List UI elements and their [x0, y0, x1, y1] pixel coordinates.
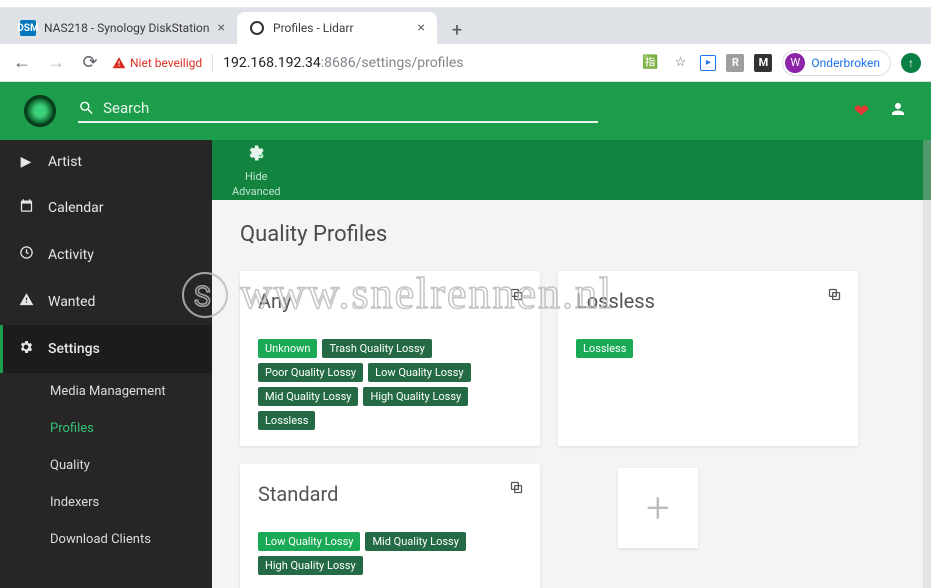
tag-list: Lossless: [576, 339, 840, 358]
user-icon[interactable]: [889, 100, 907, 123]
toolbar-label: Advanced: [232, 185, 280, 198]
tag-list: Low Quality Lossy Mid Quality LossyHigh Q…: [258, 532, 522, 575]
hide-advanced-button[interactable]: Hide Advanced: [232, 143, 280, 198]
browser-tab-strip: DSM NAS218 - Synology DiskStation × Prof…: [0, 8, 931, 44]
search-field[interactable]: [78, 99, 598, 123]
sidebar-sub-profiles[interactable]: Profiles: [0, 410, 212, 447]
security-label: Niet beveiligd: [130, 56, 202, 70]
quality-tag: High Quality Lossy: [363, 387, 468, 406]
lidarr-favicon-icon: [249, 20, 265, 36]
address-bar: ← → ⟳ Niet beveiligd 192.168.192.34:8686…: [0, 44, 931, 82]
extension-m-icon[interactable]: M: [754, 54, 772, 72]
search-input[interactable]: [103, 99, 598, 117]
sidebar-sub-indexers[interactable]: Indexers: [0, 484, 212, 521]
sidebar-item-settings[interactable]: Settings: [0, 325, 212, 373]
window-titlebar: [0, 0, 931, 8]
sidebar-sub-quality[interactable]: Quality: [0, 447, 212, 484]
url-display[interactable]: 192.168.192.34:8686/settings/profiles: [223, 55, 463, 71]
sidebar-item-calendar[interactable]: Calendar: [0, 184, 212, 231]
gear-icon: [18, 339, 34, 359]
back-button[interactable]: ←: [10, 51, 34, 75]
tab-title: Profiles - Lidarr: [273, 21, 354, 35]
card-title: Lossless: [576, 289, 840, 313]
plus-icon: +: [646, 484, 670, 533]
dsm-favicon-icon: DSM: [20, 20, 36, 36]
sidebar-item-label: Artist: [48, 154, 82, 170]
sidebar-item-label: Settings: [48, 341, 100, 357]
tab-close-icon[interactable]: ×: [218, 20, 225, 36]
sidebar-item-activity[interactable]: Activity: [0, 231, 212, 278]
quality-tag: Mid Quality Lossy: [258, 387, 358, 406]
warning-icon: [18, 292, 34, 311]
browser-tab[interactable]: DSM NAS218 - Synology DiskStation ×: [8, 12, 237, 44]
reload-button[interactable]: ⟳: [78, 51, 102, 75]
quality-tag: Unknown: [258, 339, 317, 358]
toolbar-label: Hide: [245, 170, 268, 183]
url-port: :8686: [321, 55, 356, 71]
heart-icon[interactable]: ❤: [854, 101, 869, 122]
quality-tag: Lossless: [258, 411, 315, 430]
url-path: /settings/profiles: [356, 55, 464, 71]
quality-tag: Mid Quality Lossy: [365, 532, 465, 551]
lidarr-logo-icon[interactable]: [24, 95, 56, 127]
sidebar: ▶ Artist Calendar Activity Wanted Sett: [0, 140, 212, 588]
content-area: Hide Advanced Quality Profiles Any Unknow…: [212, 140, 931, 588]
sidebar-sub-media-management[interactable]: Media Management: [0, 373, 212, 410]
toolbar-right: 🈯 ☆ ▸ R M W Onderbroken ↑: [640, 50, 921, 76]
quality-profile-card[interactable]: Standard Low Quality Lossy Mid Quality Los…: [240, 464, 540, 588]
quality-profile-card[interactable]: Any Unknown Trash Quality Lossy Poor Qualit…: [240, 271, 540, 446]
scrollbar[interactable]: [923, 140, 931, 588]
quality-tag: High Quality Lossy: [258, 556, 363, 575]
update-icon[interactable]: ↑: [901, 53, 921, 73]
clone-icon[interactable]: [509, 287, 524, 306]
extension-icon[interactable]: ▸: [700, 55, 716, 71]
sidebar-item-label: Activity: [48, 247, 94, 263]
sidebar-item-label: Calendar: [48, 200, 104, 216]
quality-tag: Low Quality Lossy: [258, 532, 360, 551]
sidebar-sub-download-clients[interactable]: Download Clients: [0, 521, 212, 558]
profile-label: Onderbroken: [811, 56, 880, 70]
add-profile-button[interactable]: +: [618, 468, 698, 548]
quality-tag: Trash Quality Lossy: [322, 339, 431, 358]
sidebar-item-label: Wanted: [48, 294, 95, 310]
quality-tag: Poor Quality Lossy: [258, 363, 363, 382]
warning-icon: [112, 56, 126, 70]
main-layout: ▶ Artist Calendar Activity Wanted Sett: [0, 140, 931, 588]
clone-icon[interactable]: [509, 480, 524, 499]
translate-icon[interactable]: 🈯: [640, 53, 660, 73]
sidebar-item-artist[interactable]: ▶ Artist: [0, 140, 212, 184]
calendar-icon: [18, 198, 34, 217]
tab-close-icon[interactable]: ×: [418, 20, 425, 36]
avatar: W: [785, 53, 805, 73]
sidebar-item-wanted[interactable]: Wanted: [0, 278, 212, 325]
browser-tab[interactable]: Profiles - Lidarr ×: [237, 12, 437, 44]
search-icon: [78, 99, 95, 117]
extension-r-icon[interactable]: R: [726, 54, 744, 72]
cards-grid: Any Unknown Trash Quality Lossy Poor Qualit…: [240, 271, 903, 588]
play-icon: ▶: [18, 154, 34, 170]
new-tab-button[interactable]: +: [443, 16, 471, 44]
quality-tag: Low Quality Lossy: [368, 363, 470, 382]
tab-title: NAS218 - Synology DiskStation: [44, 21, 210, 35]
quality-profile-card[interactable]: Lossless Lossless: [558, 271, 858, 446]
content-scroll[interactable]: Quality Profiles Any Unknown Trash Quality…: [212, 200, 931, 588]
page-toolbar: Hide Advanced: [212, 140, 931, 200]
tag-list: Unknown Trash Quality Lossy Poor Quality L…: [258, 339, 522, 430]
app-header: ❤: [0, 82, 931, 140]
url-host: 192.168.192.34: [223, 55, 321, 71]
clock-icon: [18, 245, 34, 264]
divider: [212, 54, 213, 72]
forward-button[interactable]: →: [44, 51, 68, 75]
quality-tag: Lossless: [576, 339, 633, 358]
card-title: Standard: [258, 482, 522, 506]
security-indicator[interactable]: Niet beveiligd: [112, 56, 202, 70]
gear-check-icon: [246, 143, 266, 168]
clone-icon[interactable]: [827, 287, 842, 306]
section-title: Quality Profiles: [240, 222, 903, 247]
star-icon[interactable]: ☆: [670, 53, 690, 73]
profile-chip[interactable]: W Onderbroken: [782, 50, 891, 76]
card-title: Any: [258, 289, 522, 313]
